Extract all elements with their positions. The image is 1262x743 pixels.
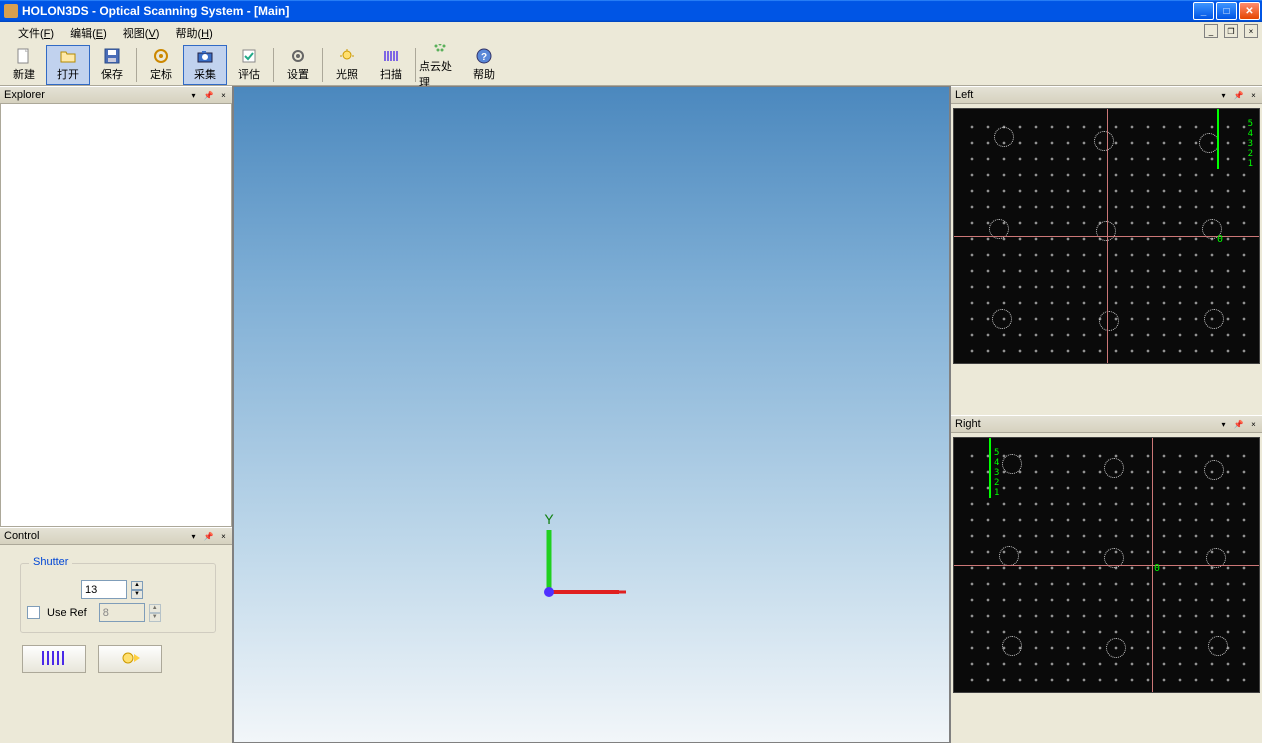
panel-pin-button[interactable]: 📌 [202,530,215,543]
toolbar-separator [415,48,416,82]
menu-edit[interactable]: 编辑(E) [62,23,115,43]
toolbar-label: 光照 [336,66,358,82]
panel-close-button[interactable]: × [1247,89,1260,102]
target-icon [152,47,170,65]
svg-text:?: ? [481,52,487,63]
ref-input [99,603,145,622]
explorer-tree[interactable] [0,104,232,527]
help-icon: ? [475,47,493,65]
panel-close-button[interactable]: × [217,530,230,543]
open-button[interactable]: 打开 [46,45,90,85]
floppy-icon [103,47,121,65]
toolbar-label: 设置 [287,66,309,82]
menu-help[interactable]: 帮助(H) [167,23,220,43]
gear-icon [289,47,307,65]
toolbar-label: 新建 [13,66,35,82]
ref-spin-down: ▼ [149,613,161,622]
fringe-button[interactable] [22,645,86,673]
scan-button[interactable]: 扫描 [369,45,413,85]
bulb-icon [118,649,142,670]
app-icon [4,4,18,18]
left-camera-header: Left ▾ 📌 × [951,86,1262,104]
toolbar-label: 采集 [194,66,216,82]
axis-gizmo: Y [534,512,634,612]
menubar: 文件(F) 编辑(E) 视图(V) 帮助(H) _ ❐ × [0,22,1262,44]
close-button[interactable]: ✕ [1239,2,1260,20]
panel-title: Control [4,530,39,542]
settings-button[interactable]: 设置 [276,45,320,85]
toolbar-separator [273,48,274,82]
barcode-icon [39,649,69,670]
toolbar-label: 打开 [57,66,79,82]
workspace: Explorer ▾ 📌 × Control ▾ 📌 × [0,86,1262,743]
window-titlebar: HOLON3DS - Optical Scanning System - [Ma… [0,0,1262,22]
ref-spin-up: ▲ [149,604,161,613]
explorer-header: Explorer ▾ 📌 × [0,86,232,104]
toolbar-separator [136,48,137,82]
panel-pin-button[interactable]: 📌 [1232,418,1245,431]
projector-button[interactable] [98,645,162,673]
menu-file[interactable]: 文件(F) [10,23,62,43]
toolbar-label: 帮助 [473,66,495,82]
check-icon [240,47,258,65]
left-camera-image[interactable]: 5 4 3 2 1 0 [953,108,1260,364]
new-button[interactable]: 新建 [2,45,46,85]
panel-pin-button[interactable]: 📌 [202,89,215,102]
main-toolbar: 新建 打开 保存 定标 采集 评估 设置 光照 扫描 点云处理 [0,44,1262,86]
mdi-minimize-button[interactable]: _ [1204,24,1218,38]
panel-pin-button[interactable]: 📌 [1232,89,1245,102]
light-button[interactable]: 光照 [325,45,369,85]
control-panel: Control ▾ 📌 × Shutter ▲ ▼ [0,527,232,743]
panel-dropdown-button[interactable]: ▾ [187,530,200,543]
panel-title: Left [955,89,973,101]
maximize-button[interactable]: □ [1216,2,1237,20]
capture-button[interactable]: 采集 [183,45,227,85]
minimize-button[interactable]: _ [1193,2,1214,20]
zero-label: 0 [1217,234,1223,245]
panel-close-button[interactable]: × [1247,418,1260,431]
shutter-input[interactable] [81,580,127,599]
groupbox-title: Shutter [29,556,72,568]
toolbar-label: 扫描 [380,66,402,82]
window-title: HOLON3DS - Optical Scanning System - [Ma… [22,4,289,18]
mdi-close-button[interactable]: × [1244,24,1258,38]
toolbar-label: 保存 [101,66,123,82]
panel-title: Right [955,418,981,430]
menu-view[interactable]: 视图(V) [115,23,168,43]
calibrate-button[interactable]: 定标 [139,45,183,85]
panel-dropdown-button[interactable]: ▾ [1217,89,1230,102]
camera-icon [196,47,214,65]
folder-open-icon [59,47,77,65]
save-button[interactable]: 保存 [90,45,134,85]
panel-close-button[interactable]: × [217,89,230,102]
mdi-restore-button[interactable]: ❐ [1224,24,1238,38]
pointcloud-button[interactable]: 点云处理 [418,45,462,85]
evaluate-button[interactable]: 评估 [227,45,271,85]
zero-label: 0 [1154,563,1160,574]
use-ref-checkbox[interactable] [27,606,40,619]
panel-dropdown-button[interactable]: ▾ [187,89,200,102]
toolbar-label: 定标 [150,66,172,82]
shutter-groupbox: Shutter ▲ ▼ Use Ref [20,563,216,633]
main-viewport[interactable]: Y [232,86,950,743]
help-button[interactable]: ? 帮助 [462,45,506,85]
right-camera-panel: Right ▾ 📌 × [951,415,1262,743]
explorer-panel: Explorer ▾ 📌 × [0,86,232,527]
new-file-icon [15,47,33,65]
shutter-spin-up[interactable]: ▲ [131,581,143,590]
shutter-spin-down[interactable]: ▼ [131,590,143,599]
axis-y-label: Y [544,512,554,527]
bulb-icon [338,47,356,65]
use-ref-label: Use Ref [47,607,87,619]
right-camera-image[interactable]: 5 4 3 2 1 0 [953,437,1260,693]
panel-dropdown-button[interactable]: ▾ [1217,418,1230,431]
control-header: Control ▾ 📌 × [0,527,232,545]
toolbar-label: 评估 [238,66,260,82]
right-camera-header: Right ▾ 📌 × [951,415,1262,433]
left-camera-panel: Left ▾ 📌 × [951,86,1262,415]
toolbar-separator [322,48,323,82]
barcode-icon [382,47,400,65]
panel-title: Explorer [4,89,45,101]
